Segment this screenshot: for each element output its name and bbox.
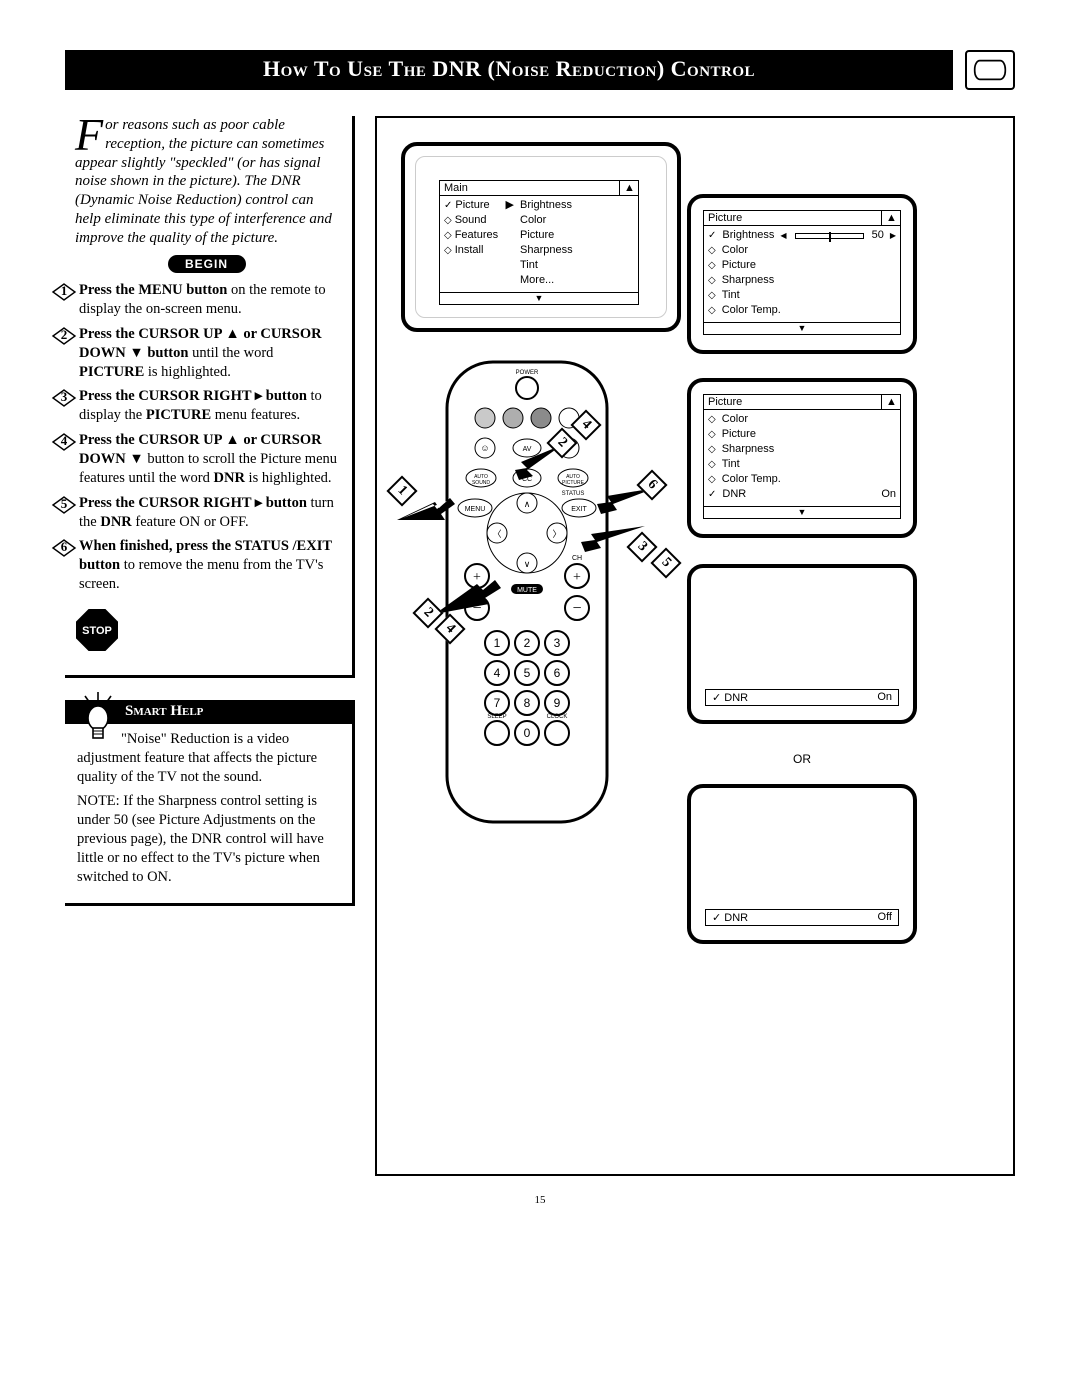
tv-screen-picture-brightness: Picture▲ ✓Brightness◀50▶◇Color◇Picture◇S… [687,194,917,354]
manual-page: How To Use The DNR (Noise Reduction) Con… [0,0,1080,1236]
left-column: F or reasons such as poor cable receptio… [65,116,355,1176]
svg-text:STOP: STOP [82,625,112,637]
svg-text:7: 7 [494,696,501,710]
osd-picture-dnr: Picture▲ ◇Color◇Picture◇Sharpness◇Tint◇C… [703,394,901,519]
dnr-status-on: ✓ DNR On [705,689,899,706]
intro-text: F or reasons such as poor cable receptio… [75,116,338,247]
callout-5: 5 [650,547,681,578]
dnr-status-off: ✓ DNR Off [705,909,899,926]
or-label: OR [687,752,917,766]
svg-text:SOUND: SOUND [472,480,490,486]
svg-text:−: − [572,600,581,617]
tv-icon [965,50,1015,90]
svg-text:9: 9 [554,696,561,710]
svg-text:3: 3 [554,636,561,650]
svg-text:5: 5 [524,666,531,680]
tv-screen-picture-dnr: Picture▲ ◇Color◇Picture◇Sharpness◇Tint◇C… [687,378,917,538]
right-illustration: Main▲ ✓Picture▶Brightness◇SoundColor◇Fea… [375,116,1015,1176]
svg-text:∧: ∧ [524,499,531,509]
svg-text:0: 0 [524,726,531,740]
smart-help-card: Smart Help "Noise" Reduction is a video … [65,700,355,906]
svg-text:STATUS: STATUS [562,491,585,497]
step-1: 1 Press the MENU button on the remote to… [75,281,338,319]
step-6: 6 When finished, press the STATUS /EXIT … [75,537,338,594]
svg-text:8: 8 [524,696,531,710]
tv-screen-dnr-off: ✓ DNR Off [687,784,917,944]
svg-text:POWER: POWER [516,370,539,376]
title-bar: How To Use The DNR (Noise Reduction) Con… [65,50,1015,90]
svg-text:〉: 〉 [552,529,561,539]
osd-picture-brightness: Picture▲ ✓Brightness◀50▶◇Color◇Picture◇S… [703,210,901,335]
step-2: 2 Press the CURSOR UP ▲ or CURSOR DOWN ▼… [75,325,338,382]
svg-text:2: 2 [524,636,531,650]
svg-text:+: + [573,570,581,585]
svg-text:∨: ∨ [524,559,531,569]
instructions-card: F or reasons such as poor cable receptio… [65,116,355,678]
svg-text:☺: ☺ [480,443,489,453]
page-number: 15 [65,1194,1015,1206]
smart-help-p2: NOTE: If the Sharpness control setting i… [77,792,342,886]
tv-screen-main: Main▲ ✓Picture▶Brightness◇SoundColor◇Fea… [401,142,681,332]
svg-text:〈: 〈 [492,529,501,539]
svg-text:MENU: MENU [465,506,486,513]
svg-text:MUTE: MUTE [517,587,537,594]
stop-icon: STOP [75,608,338,657]
step-5: 5 Press the CURSOR RIGHT ▸ button turn t… [75,494,338,532]
smart-help-heading: Smart Help [65,700,352,724]
tv-screen-dnr-on: ✓ DNR On [687,564,917,724]
step-3: 3 Press the CURSOR RIGHT ▸ button to dis… [75,387,338,425]
svg-text:SLEEP: SLEEP [487,714,506,720]
svg-text:1: 1 [494,636,501,650]
page-title: How To Use The DNR (Noise Reduction) Con… [65,50,953,90]
step-4: 4 Press the CURSOR UP ▲ or CURSOR DOWN ▼… [75,431,338,488]
lightbulb-icon [79,692,117,749]
dropcap: F [75,116,105,152]
svg-text:6: 6 [554,666,561,680]
svg-text:4: 4 [494,666,501,680]
svg-text:CLOCK: CLOCK [547,714,568,720]
begin-badge: BEGIN [168,255,246,273]
osd-main: Main▲ ✓Picture▶Brightness◇SoundColor◇Fea… [439,180,639,305]
svg-text:EXIT: EXIT [571,506,587,513]
